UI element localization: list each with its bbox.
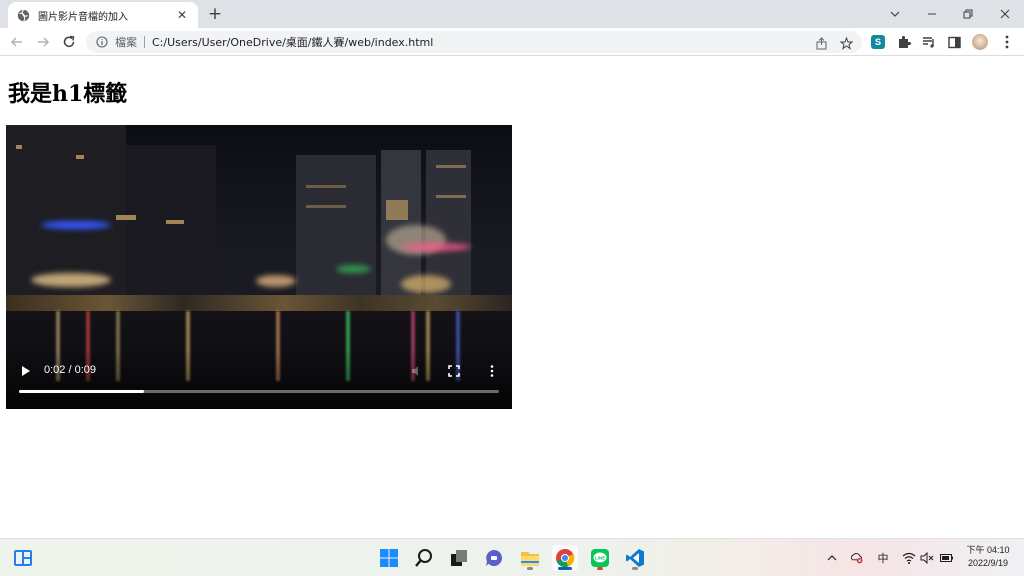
fullscreen-icon[interactable]	[446, 363, 462, 379]
svg-text:LINE: LINE	[595, 556, 605, 561]
video-shoreline	[6, 295, 512, 311]
onedrive-error-icon[interactable]	[850, 551, 864, 565]
clock-date: 2022/9/19	[967, 558, 1009, 568]
url-separator	[144, 36, 145, 48]
battery-icon[interactable]	[940, 551, 954, 565]
video-progress-bar[interactable]	[19, 390, 499, 393]
tab-title: 圖片影片音檔的加入	[38, 11, 128, 23]
address-bar[interactable]: 檔案 C:/Users/User/OneDrive/桌面/鐵人賽/web/ind…	[86, 31, 862, 53]
info-icon[interactable]	[95, 35, 109, 49]
taskbar: LINE 中	[0, 538, 1024, 576]
wifi-icon[interactable]	[902, 551, 916, 565]
tab-strip: 圖片影片音檔的加入 ✕ +	[0, 0, 1024, 28]
reload-button[interactable]	[59, 32, 79, 52]
speaker-muted-icon[interactable]	[920, 551, 934, 565]
side-panel-icon[interactable]	[945, 33, 963, 51]
back-button[interactable]	[7, 32, 27, 52]
chat-icon[interactable]	[481, 545, 507, 571]
vscode-icon[interactable]	[622, 545, 648, 571]
menu-dots-icon[interactable]	[998, 33, 1016, 51]
taskbar-clock[interactable]: 下午 04:10 2022/9/19	[962, 544, 1014, 570]
extensions-puzzle-icon[interactable]	[895, 33, 913, 51]
media-controls-icon[interactable]	[920, 33, 938, 51]
share-icon[interactable]	[813, 35, 829, 51]
play-button[interactable]	[20, 364, 32, 378]
video-progress-fill	[19, 390, 144, 393]
clock-time: 下午 04:10	[966, 545, 1010, 555]
widgets-icon[interactable]	[10, 545, 36, 571]
url-text[interactable]: C:/Users/User/OneDrive/桌面/鐵人賽/web/index.…	[152, 34, 862, 50]
page-heading: 我是h1標籤	[8, 81, 128, 107]
show-hidden-icons-chevron-icon[interactable]	[825, 551, 839, 565]
video-time-display: 0:02 / 0:09	[44, 364, 96, 376]
ime-indicator[interactable]: 中	[876, 551, 890, 565]
tab-search-chevron-icon[interactable]	[877, 0, 913, 28]
video-menu-dots-icon[interactable]	[484, 363, 500, 379]
extension-s-icon[interactable]: S	[869, 33, 887, 51]
new-tab-button[interactable]: +	[206, 5, 224, 23]
avatar-image	[972, 34, 988, 50]
profile-avatar[interactable]	[971, 33, 989, 51]
chrome-icon[interactable]	[552, 545, 578, 571]
search-icon[interactable]	[411, 545, 437, 571]
bookmark-star-icon[interactable]	[838, 35, 854, 51]
file-explorer-icon[interactable]	[517, 545, 543, 571]
minimize-button[interactable]	[914, 0, 950, 28]
video-player[interactable]: 0:02 / 0:09	[6, 125, 512, 409]
volume-icon[interactable]	[409, 363, 425, 379]
tab-close-icon[interactable]: ✕	[174, 7, 190, 23]
start-button-windows-icon[interactable]	[376, 545, 402, 571]
close-window-button[interactable]	[987, 0, 1023, 28]
forward-button[interactable]	[33, 32, 53, 52]
globe-icon	[16, 8, 30, 22]
line-app-icon[interactable]: LINE	[587, 545, 613, 571]
restore-button[interactable]	[950, 0, 986, 28]
task-view-icon[interactable]	[446, 545, 472, 571]
browser-tab[interactable]: 圖片影片音檔的加入 ✕	[8, 2, 198, 28]
url-scheme-label: 檔案	[115, 36, 137, 49]
